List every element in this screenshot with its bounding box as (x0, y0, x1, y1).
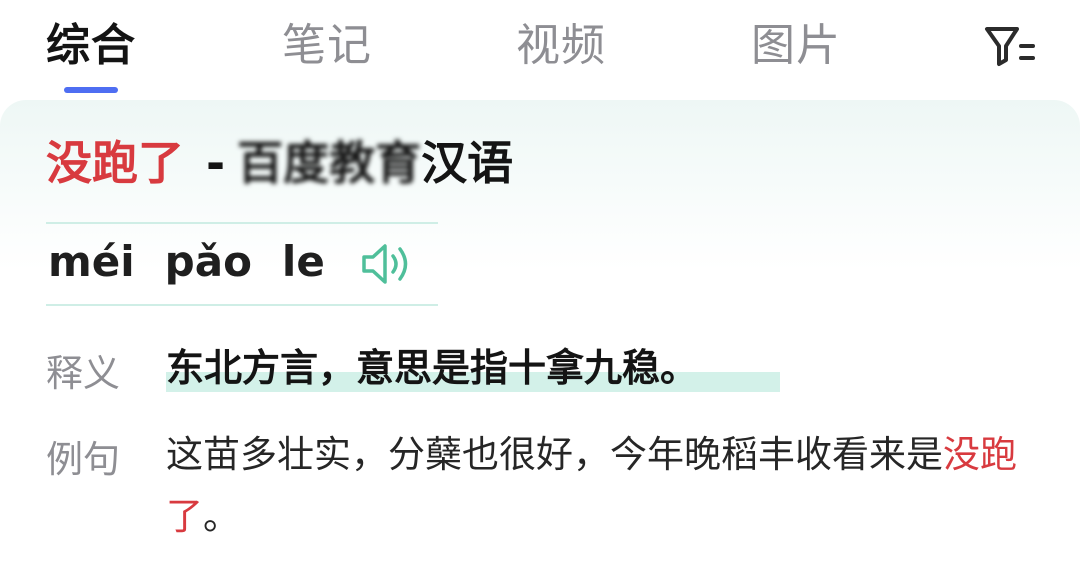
pinyin-rule-bottom (46, 304, 438, 306)
entry-keyword: 没跑了 (46, 136, 184, 190)
tab-bar: 综合 笔记 视频 图片 (0, 0, 1080, 96)
speaker-icon[interactable] (360, 240, 416, 288)
pinyin-syllable: pǎo (164, 237, 252, 286)
tab-notes[interactable]: 笔记 (282, 14, 372, 78)
title-separator: - (206, 136, 226, 190)
pinyin-syllable: méi (48, 237, 135, 286)
pinyin-text: méi pǎo le (48, 236, 355, 288)
filter-icon[interactable] (984, 24, 1036, 68)
definition-label: 释义 (46, 352, 120, 395)
example-sentence: 这苗多壮实，分蘖也很好，今年晚稻丰收看来是没跑了。 (166, 424, 1026, 548)
tab-images[interactable]: 图片 (751, 14, 841, 78)
example-suffix: 。 (203, 495, 240, 538)
source-suffix: 汉语 (421, 136, 514, 190)
example-label: 例句 (46, 438, 120, 481)
obscured-source-name: 百度教育 (237, 136, 422, 190)
example-prefix: 这苗多壮实，分蘖也很好，今年晚稻丰收看来是 (166, 433, 943, 476)
tab-comprehensive[interactable]: 综合 (46, 14, 136, 78)
tab-videos[interactable]: 视频 (516, 14, 606, 78)
pinyin-rule-top (46, 222, 438, 224)
pinyin-syllable: le (281, 237, 325, 286)
definition-text: 东北方言，意思是指十拿九稳。 (166, 346, 699, 390)
active-tab-indicator (64, 87, 118, 93)
entry-title[interactable]: 没跑了 - 百度教育汉语 (46, 128, 513, 198)
